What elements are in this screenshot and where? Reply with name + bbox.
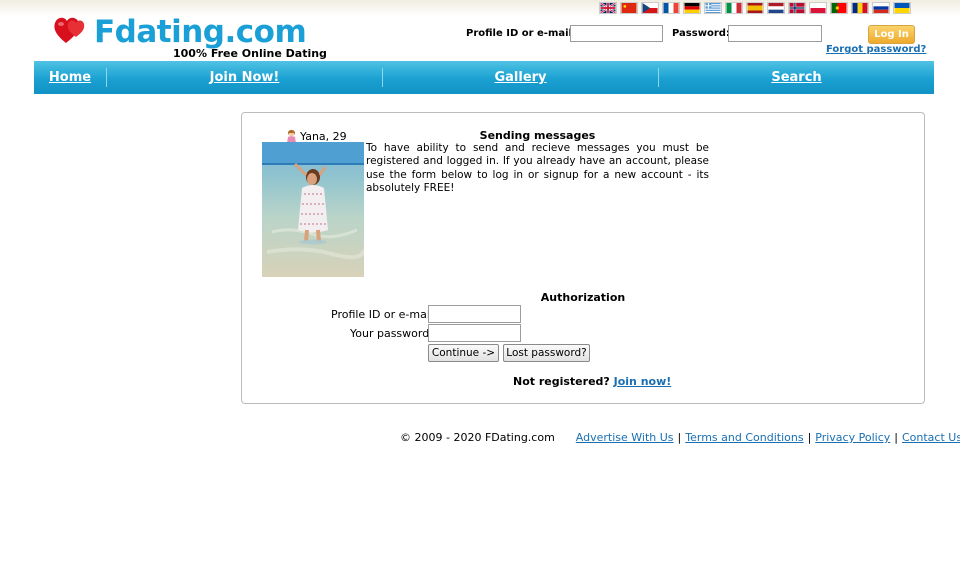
flag-english-icon[interactable] (599, 2, 617, 14)
nav-gallery[interactable]: Gallery (383, 61, 658, 94)
not-registered-text: Not registered? (513, 375, 610, 388)
footer-separator: | (677, 431, 682, 444)
join-now-link[interactable]: Join now! (614, 375, 672, 388)
flag-chinese-icon[interactable] (620, 2, 638, 14)
footer-link-contact[interactable]: Contact Us (902, 431, 960, 444)
lost-password-button[interactable]: Lost password? (503, 344, 590, 362)
logo-text: Fdating.com (94, 14, 307, 50)
flag-german-icon[interactable] (683, 2, 701, 14)
flag-romanian-icon[interactable] (851, 2, 869, 14)
flag-ukrainian-icon[interactable] (893, 2, 911, 14)
flag-dutch-icon[interactable] (767, 2, 785, 14)
nav-join-now[interactable]: Join Now! (107, 61, 382, 94)
auth-login-input[interactable] (428, 305, 521, 323)
female-user-icon (287, 129, 296, 143)
auth-title: Authorization (540, 291, 626, 304)
message-title: Sending messages (479, 129, 596, 142)
site-logo[interactable]: Fdating.com (52, 12, 307, 50)
login-button[interactable]: Log In (868, 25, 915, 44)
flag-spanish-icon[interactable] (746, 2, 764, 14)
flag-french-icon[interactable] (662, 2, 680, 14)
header-password-input[interactable] (728, 25, 822, 42)
auth-login-label: Profile ID or e-mail: (331, 308, 437, 321)
main-nav: Home Join Now! Gallery Search (34, 61, 934, 94)
flag-norwegian-icon[interactable] (788, 2, 806, 14)
flag-czech-icon[interactable] (641, 2, 659, 14)
continue-button[interactable]: Continue -> (428, 344, 499, 362)
message-body: To have ability to send and recieve mess… (366, 142, 709, 194)
header-login-input[interactable] (570, 25, 663, 42)
tagline: 100% Free Online Dating (173, 47, 327, 60)
profile-photo[interactable] (262, 142, 364, 277)
nav-home[interactable]: Home (34, 61, 106, 94)
not-registered: Not registered? Join now! (513, 375, 671, 388)
copyright: © 2009 - 2020 FDating.com (400, 431, 555, 444)
header-login-label: Profile ID or e-mail: (466, 28, 576, 39)
header-password-label: Password: (672, 28, 730, 39)
forgot-password-link[interactable]: Forgot password? (826, 44, 926, 55)
footer-separator: | (894, 431, 898, 444)
flag-greek-icon[interactable] (704, 2, 722, 14)
flag-italian-icon[interactable] (725, 2, 743, 14)
hearts-icon (54, 17, 85, 43)
auth-password-input[interactable] (428, 324, 521, 342)
language-flags (599, 2, 911, 14)
footer: © 2009 - 2020 FDating.com Advertise With… (400, 431, 960, 444)
nav-search[interactable]: Search (659, 61, 934, 94)
footer-separator: | (807, 431, 812, 444)
flag-polish-icon[interactable] (809, 2, 827, 14)
footer-link-privacy[interactable]: Privacy Policy (815, 431, 890, 444)
footer-link-terms[interactable]: Terms and Conditions (685, 431, 803, 444)
auth-password-label: Your password: (350, 327, 433, 340)
flag-russian-icon[interactable] (872, 2, 890, 14)
footer-link-advertise[interactable]: Advertise With Us (576, 431, 674, 444)
flag-portuguese-icon[interactable] (830, 2, 848, 14)
